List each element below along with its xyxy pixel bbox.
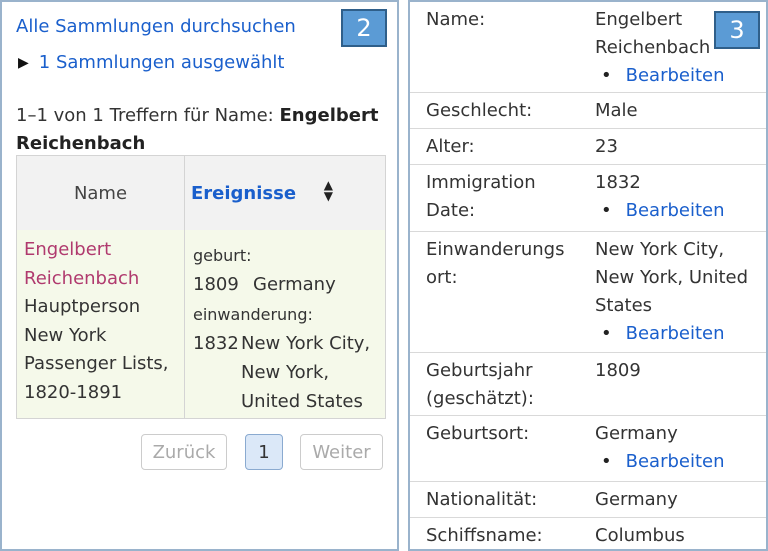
detail-row-age: Alter: 23 bbox=[410, 129, 766, 165]
birth-place: Germany bbox=[253, 274, 336, 295]
immigration-year: 1832 bbox=[193, 333, 239, 354]
detail-row-nationality: Nationalität: Germany bbox=[410, 482, 766, 518]
detail-label: Geburtsort: bbox=[426, 423, 530, 444]
edit-link[interactable]: Bearbeiten bbox=[601, 197, 765, 225]
detail-row-gender: Geschlecht: Male bbox=[410, 93, 766, 129]
detail-label-line: (geschätzt): bbox=[426, 388, 534, 409]
detail-row-name: Name: Engelbert Reichenbach Bearbeiten bbox=[410, 2, 766, 93]
detail-value: Germany Bearbeiten bbox=[595, 420, 765, 476]
detail-value-line: New York City, bbox=[595, 239, 725, 260]
table-row-events-cell: geburt: 1809 Germany einwanderung: 1832 … bbox=[185, 230, 385, 418]
collection-name-line: Passenger Lists, bbox=[24, 353, 169, 374]
results-table: Name Ereignisse ▲ ▼ Engelbert Reichenbach… bbox=[16, 155, 386, 419]
sort-icon[interactable]: ▲ ▼ bbox=[324, 179, 333, 202]
column-header-name-label: Name bbox=[73, 182, 128, 204]
column-header-events-label: Ereignisse bbox=[191, 182, 297, 204]
detail-row-ship-name: Schiffsname: Columbus bbox=[410, 518, 766, 549]
caret-right-icon: ▶ bbox=[18, 54, 29, 71]
birth-event: 1809 Germany bbox=[193, 270, 385, 299]
detail-label: Einwanderungs ort: bbox=[426, 236, 576, 292]
immigration-place-line: New York City, bbox=[241, 333, 371, 354]
birth-event-label: geburt: bbox=[193, 246, 252, 265]
selected-collections-toggle[interactable]: ▶ 1 Sammlungen ausgewählt bbox=[18, 52, 284, 73]
pagination: Zurück 1 Weiter bbox=[2, 434, 397, 470]
detail-value-line: Engelbert bbox=[595, 9, 683, 30]
immigration-place: New York City, New York, United States bbox=[241, 329, 370, 416]
detail-label-line: Geburtsjahr bbox=[426, 360, 533, 381]
previous-page-button[interactable]: Zurück bbox=[141, 434, 227, 470]
detail-value: New York City, New York, United States B… bbox=[595, 236, 765, 348]
table-row-name-cell: Engelbert Reichenbach Hauptperson New Yo… bbox=[17, 230, 185, 418]
person-name-line: Engelbert bbox=[24, 239, 112, 260]
search-results-panel: 2 Alle Sammlungen durchsuchen ▶ 1 Sammlu… bbox=[0, 0, 399, 551]
detail-value-line: Germany bbox=[595, 423, 678, 444]
person-name-link[interactable]: Engelbert Reichenbach bbox=[24, 236, 184, 293]
detail-label: Alter: bbox=[426, 136, 475, 157]
collection-name-line: 1820-1891 bbox=[24, 381, 123, 403]
detail-label: Geburtsjahr (geschätzt): bbox=[426, 357, 576, 413]
immigration-event: 1832 New York City, New York, United Sta… bbox=[193, 329, 385, 416]
detail-label: Schiffsname: bbox=[426, 525, 543, 546]
detail-row-birth-place: Geburtsort: Germany Bearbeiten bbox=[410, 416, 766, 482]
detail-row-immigration-date: Immigration Date: 1832 Bearbeiten bbox=[410, 165, 766, 232]
detail-value: 1832 Bearbeiten bbox=[595, 169, 765, 225]
column-header-events[interactable]: Ereignisse ▲ ▼ bbox=[185, 156, 385, 230]
page-1-button[interactable]: 1 bbox=[245, 434, 283, 470]
detail-value: Columbus bbox=[595, 525, 685, 546]
column-header-name[interactable]: Name bbox=[17, 156, 185, 230]
detail-label-line: Date: bbox=[426, 200, 476, 221]
detail-value-line: New York, United bbox=[595, 267, 749, 288]
detail-value: 23 bbox=[595, 136, 618, 157]
birth-year: 1809 bbox=[193, 274, 239, 295]
detail-label-line: ort: bbox=[426, 267, 458, 288]
record-details-panel: 3 Name: Engelbert Reichenbach Bearbeiten… bbox=[408, 0, 768, 551]
detail-label: Name: bbox=[426, 9, 486, 30]
selected-collections-link[interactable]: 1 Sammlungen ausgewählt bbox=[39, 52, 285, 73]
collection-name-line: New York bbox=[24, 324, 107, 346]
immigration-event-label: einwanderung: bbox=[193, 305, 313, 324]
detail-value: Male bbox=[595, 100, 638, 121]
result-summary: 1–1 von 1 Treffern für Name: Engelbert R… bbox=[16, 102, 386, 158]
result-summary-prefix: 1–1 von 1 Treffern für Name: bbox=[16, 105, 280, 126]
detail-row-immigration-place: Einwanderungs ort: New York City, New Yo… bbox=[410, 232, 766, 353]
detail-label: Nationalität: bbox=[426, 489, 538, 510]
detail-value: Engelbert Reichenbach Bearbeiten bbox=[595, 6, 765, 90]
search-all-collections-link[interactable]: Alle Sammlungen durchsuchen bbox=[16, 16, 296, 37]
edit-link[interactable]: Bearbeiten bbox=[601, 62, 765, 90]
detail-value: Germany bbox=[595, 489, 678, 510]
detail-label: Immigration Date: bbox=[426, 169, 576, 225]
detail-row-birth-year: Geburtsjahr (geschätzt): 1809 bbox=[410, 353, 766, 416]
detail-value-line: States bbox=[595, 295, 653, 316]
edit-link[interactable]: Bearbeiten bbox=[601, 320, 765, 348]
detail-value-line: Reichenbach bbox=[595, 37, 711, 58]
person-name-line: Reichenbach bbox=[24, 267, 140, 289]
immigration-place-line: United States bbox=[241, 391, 363, 412]
person-role: Hauptperson bbox=[24, 296, 141, 317]
edit-link[interactable]: Bearbeiten bbox=[601, 448, 765, 476]
next-page-button[interactable]: Weiter bbox=[300, 434, 383, 470]
immigration-place-line: New York, bbox=[241, 362, 330, 383]
detail-label: Geschlecht: bbox=[426, 100, 533, 121]
detail-label-line: Einwanderungs bbox=[426, 239, 565, 260]
detail-label-line: Immigration bbox=[426, 172, 536, 193]
detail-value: 1809 bbox=[595, 360, 641, 381]
detail-value-line: 1832 bbox=[595, 172, 641, 193]
panel-number-badge: 2 bbox=[341, 9, 387, 47]
